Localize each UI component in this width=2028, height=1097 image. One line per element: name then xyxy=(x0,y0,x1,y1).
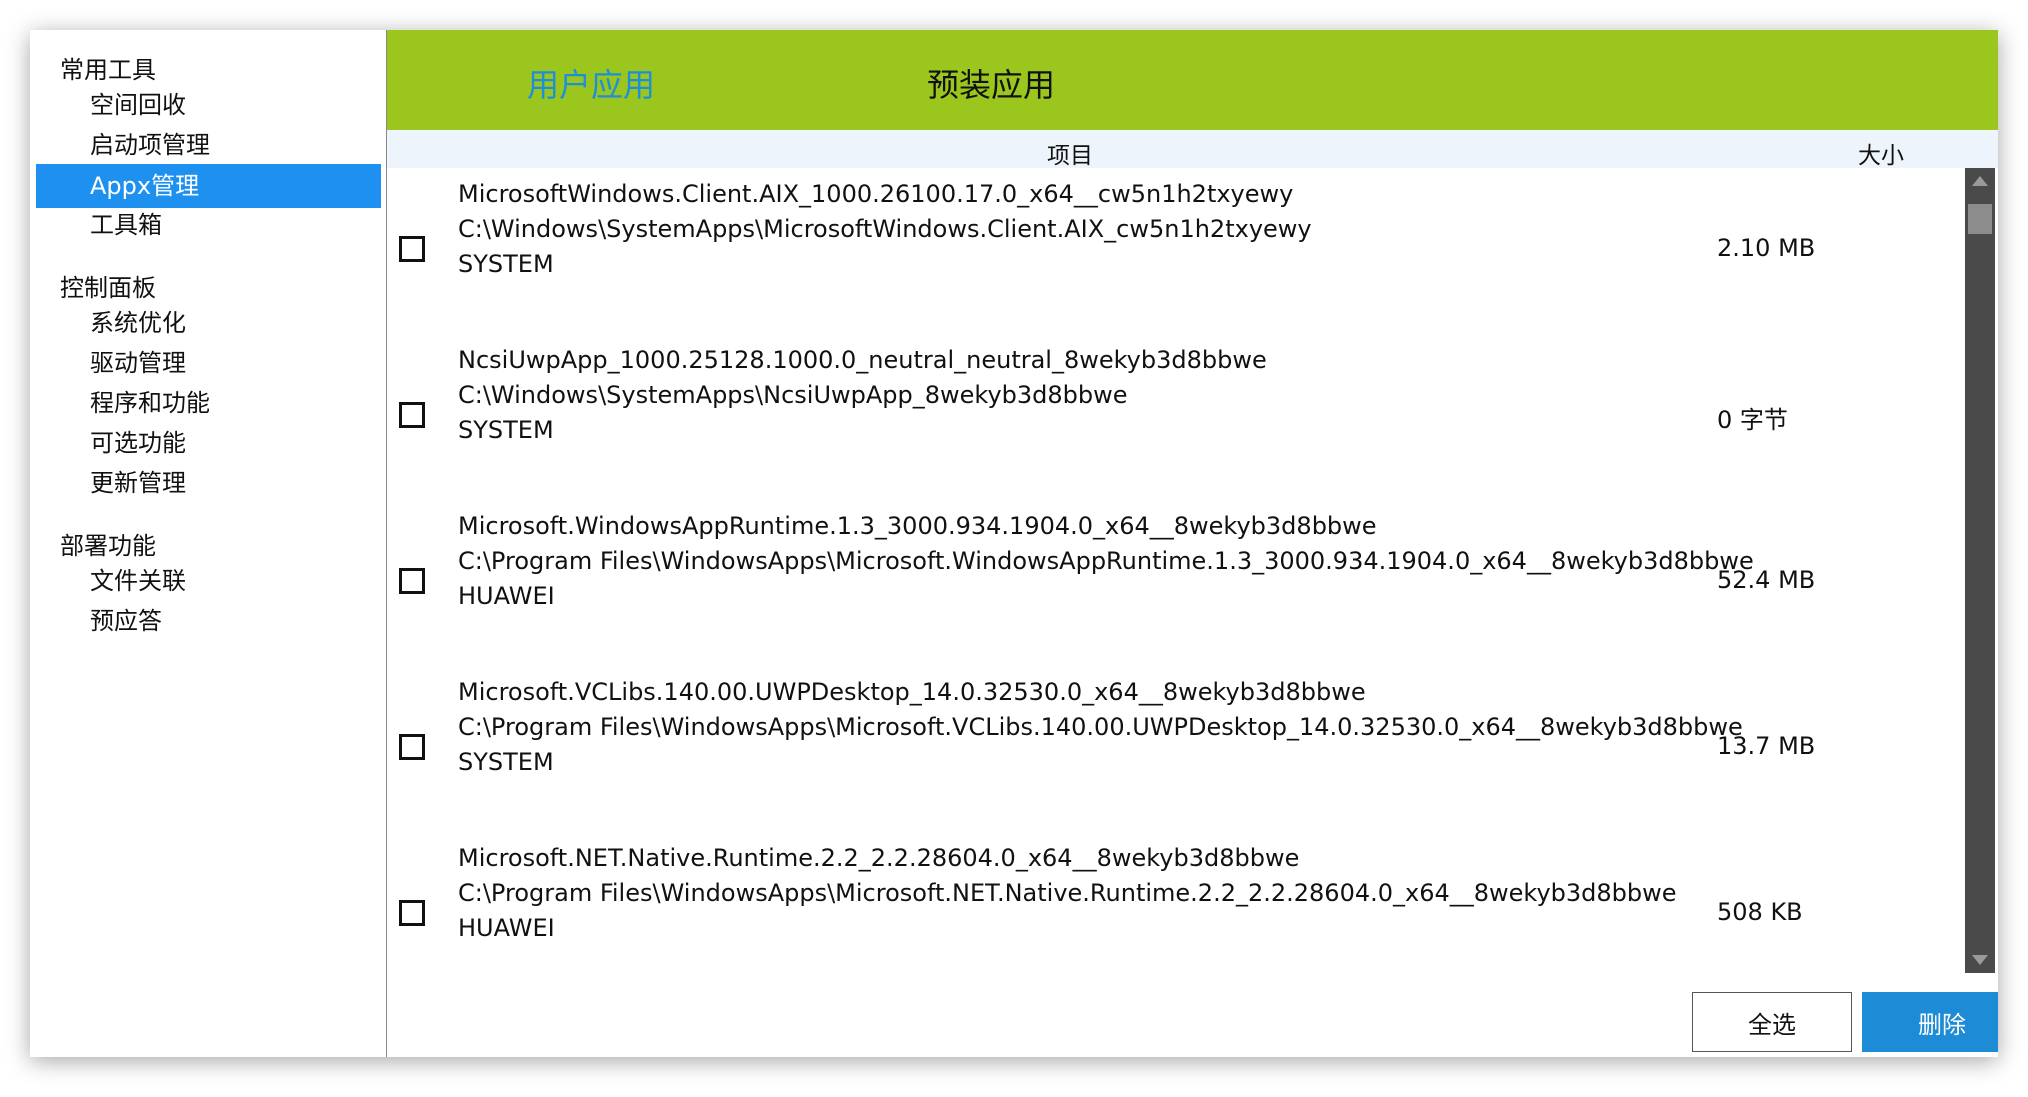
row-checkbox[interactable] xyxy=(399,734,425,760)
table-row[interactable]: Microsoft.VCLibs.140.00.UWPDesktop_14.0.… xyxy=(387,666,1965,832)
vertical-scrollbar[interactable] xyxy=(1965,168,1995,973)
package-size: 0 字节 xyxy=(1717,406,1788,434)
sidebar-item-file-association[interactable]: 文件关联 xyxy=(36,559,381,603)
sidebar-group-deploy: 部署功能 xyxy=(60,532,156,560)
sidebar-item-optional-features[interactable]: 可选功能 xyxy=(36,421,381,465)
package-owner: HUAWEI xyxy=(458,582,555,610)
sidebar-item-startup-manager[interactable]: 启动项管理 xyxy=(36,123,381,167)
package-size: 52.4 MB xyxy=(1717,566,1816,594)
package-path: C:\Windows\SystemApps\NcsiUwpApp_8wekyb3… xyxy=(458,381,1128,409)
package-name: Microsoft.VCLibs.140.00.UWPDesktop_14.0.… xyxy=(458,678,1366,706)
package-path: C:\Program Files\WindowsApps\Microsoft.N… xyxy=(458,879,1677,907)
sidebar-item-toolbox[interactable]: 工具箱 xyxy=(36,203,381,247)
sidebar-item-update-manager[interactable]: 更新管理 xyxy=(36,461,381,505)
table-row[interactable]: Microsoft.WindowsAppRuntime.1.3_3000.934… xyxy=(387,500,1965,666)
package-path: C:\Program Files\WindowsApps\Microsoft.W… xyxy=(458,547,1754,575)
triangle-up-icon[interactable] xyxy=(1965,168,1995,194)
row-checkbox[interactable] xyxy=(399,402,425,428)
package-owner: SYSTEM xyxy=(458,416,554,444)
appx-list: MicrosoftWindows.Client.AIX_1000.26100.1… xyxy=(387,168,1965,973)
package-name: MicrosoftWindows.Client.AIX_1000.26100.1… xyxy=(458,180,1294,208)
tab-user-apps[interactable]: 用户应用 xyxy=(527,60,655,106)
package-path: C:\Windows\SystemApps\MicrosoftWindows.C… xyxy=(458,215,1312,243)
package-name: NcsiUwpApp_1000.25128.1000.0_neutral_neu… xyxy=(458,346,1267,374)
package-path: C:\Program Files\WindowsApps\Microsoft.V… xyxy=(458,713,1743,741)
sidebar-item-appx-manager[interactable]: Appx管理 xyxy=(36,164,381,208)
main-panel: 用户应用 预装应用 项目 大小 MicrosoftWindows.Client.… xyxy=(387,30,1998,1057)
row-checkbox[interactable] xyxy=(399,900,425,926)
package-size: 508 KB xyxy=(1717,898,1803,926)
triangle-down-icon[interactable] xyxy=(1965,947,1995,973)
package-owner: HUAWEI xyxy=(458,914,555,942)
tab-preinstalled-apps[interactable]: 预装应用 xyxy=(927,60,1055,106)
row-checkbox[interactable] xyxy=(399,568,425,594)
select-all-button[interactable]: 全选 xyxy=(1692,992,1852,1052)
package-name: Microsoft.NET.Native.Runtime.2.2_2.2.286… xyxy=(458,844,1300,872)
sidebar-item-system-optimize[interactable]: 系统优化 xyxy=(36,301,381,345)
package-size: 2.10 MB xyxy=(1717,234,1816,262)
column-header-size[interactable]: 大小 xyxy=(1858,136,1904,170)
app-window: 常用工具 空间回收 启动项管理 Appx管理 工具箱 控制面板 系统优化 驱动管… xyxy=(30,30,1998,1057)
package-owner: SYSTEM xyxy=(458,250,554,278)
sidebar-item-pre-answer[interactable]: 预应答 xyxy=(36,599,381,643)
table-row[interactable]: MicrosoftWindows.Client.AIX_1000.26100.1… xyxy=(387,168,1965,334)
package-owner: SYSTEM xyxy=(458,748,554,776)
scroll-thumb[interactable] xyxy=(1968,204,1992,234)
sidebar-item-driver-manager[interactable]: 驱动管理 xyxy=(36,341,381,385)
sidebar: 常用工具 空间回收 启动项管理 Appx管理 工具箱 控制面板 系统优化 驱动管… xyxy=(30,30,387,1057)
table-row[interactable]: NcsiUwpApp_1000.25128.1000.0_neutral_neu… xyxy=(387,334,1965,500)
package-size: 13.7 MB xyxy=(1717,732,1816,760)
package-name: Microsoft.WindowsAppRuntime.1.3_3000.934… xyxy=(458,512,1377,540)
column-header-item[interactable]: 项目 xyxy=(1047,136,1093,170)
table-row[interactable]: Microsoft.NET.Native.Runtime.2.2_2.2.286… xyxy=(387,832,1965,973)
tab-bar: 用户应用 预装应用 xyxy=(387,30,1998,130)
sidebar-item-space-reclaim[interactable]: 空间回收 xyxy=(36,83,381,127)
sidebar-item-programs-features[interactable]: 程序和功能 xyxy=(36,381,381,425)
sidebar-group-common-tools: 常用工具 xyxy=(60,56,156,84)
row-checkbox[interactable] xyxy=(399,236,425,262)
delete-button[interactable]: 删除 xyxy=(1862,992,1998,1052)
column-header: 项目 大小 xyxy=(387,130,1998,170)
sidebar-group-control-panel: 控制面板 xyxy=(60,274,156,302)
